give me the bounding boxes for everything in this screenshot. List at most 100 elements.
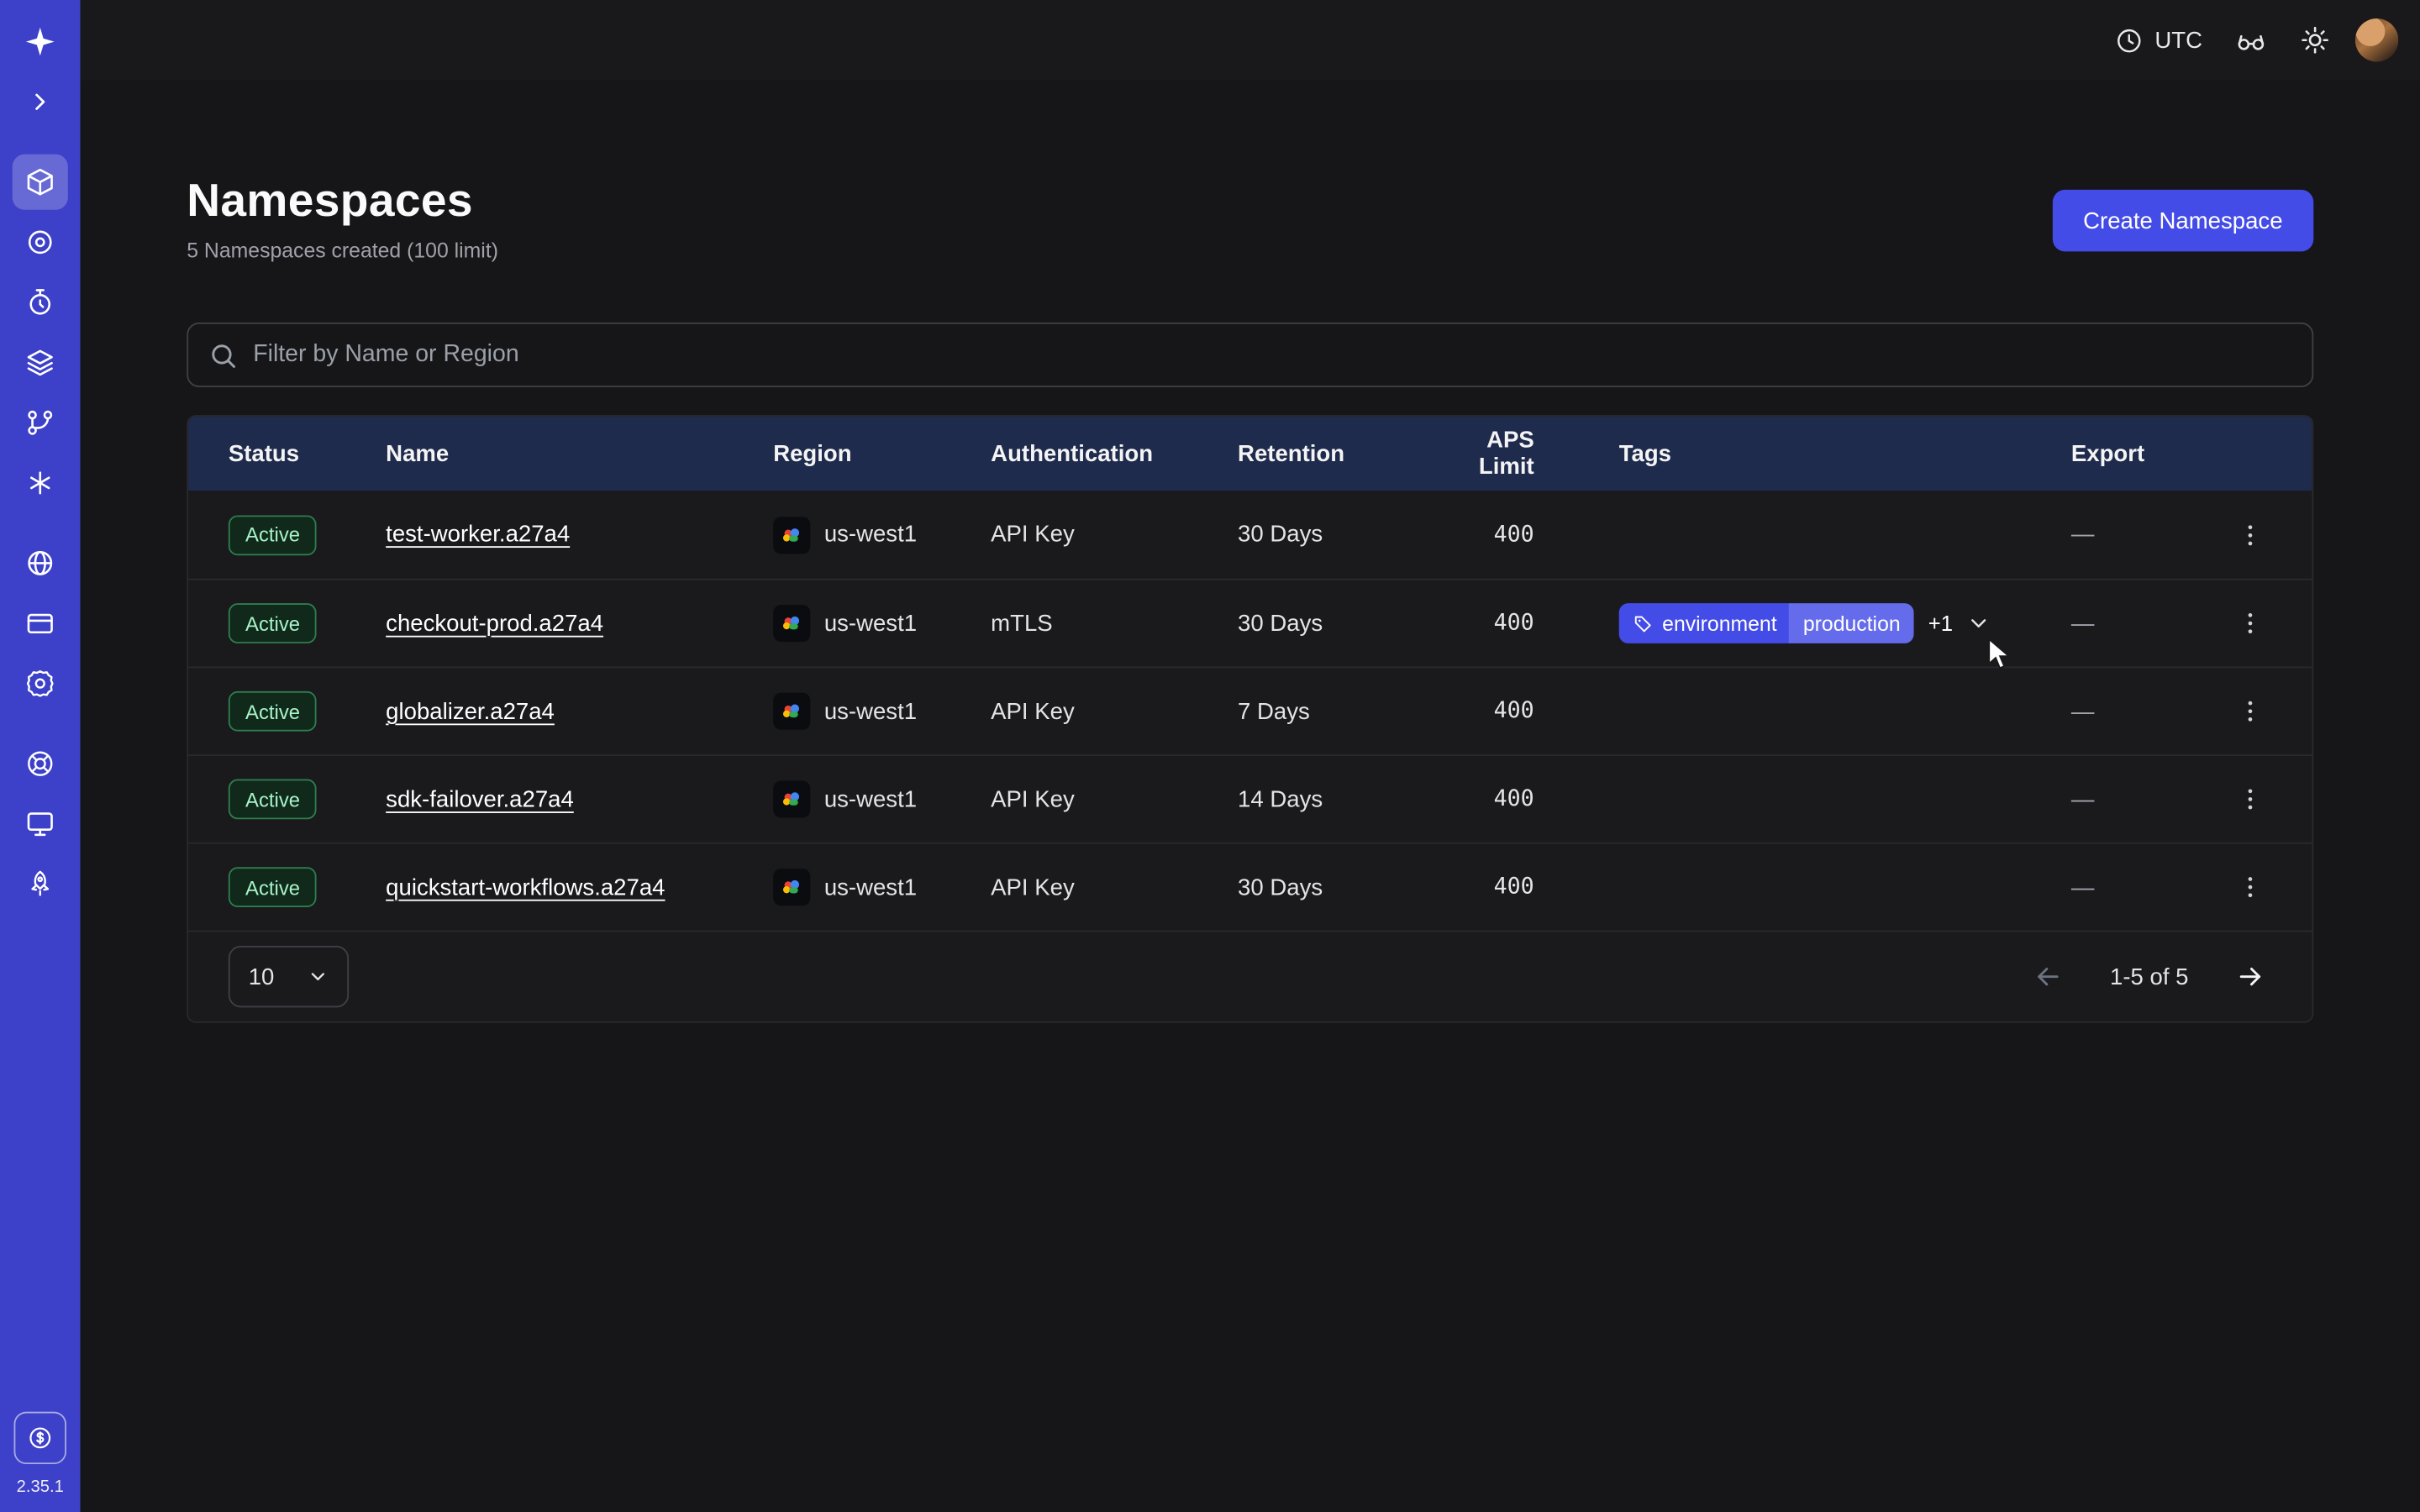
next-page-button[interactable] (2228, 955, 2271, 998)
col-region: Region (773, 440, 991, 466)
gcp-cloud-icon (773, 780, 810, 817)
search-icon (208, 340, 238, 370)
col-retention: Retention (1238, 440, 1431, 466)
sidebar-item-workflows[interactable] (13, 214, 68, 270)
tag-pill[interactable]: environment production (1619, 603, 1914, 643)
sidebar-item-nexus[interactable] (13, 455, 68, 511)
region-label: us-west1 (824, 786, 917, 812)
tag-pill-group: environment production +1 (1619, 603, 1991, 643)
sidebar-item-deployments[interactable] (13, 335, 68, 391)
col-name: Name (386, 440, 773, 466)
region-label: us-west1 (824, 610, 917, 636)
sidebar-item-support[interactable] (13, 736, 68, 791)
namespace-link[interactable]: sdk-failover.a27a4 (386, 786, 574, 812)
row-menu-button[interactable] (2227, 864, 2273, 911)
name-cell: sdk-failover.a27a4 (386, 786, 773, 812)
page-size-select[interactable]: 10 (229, 946, 349, 1007)
row-menu-button[interactable] (2227, 600, 2273, 646)
tag-value: production (1789, 603, 1914, 643)
topbar: UTC (81, 0, 2420, 81)
filter-search-input[interactable] (253, 341, 2291, 369)
col-export: Export (2071, 440, 2201, 466)
status-badge: Active (229, 515, 317, 555)
clock-icon (2115, 25, 2144, 55)
status-badge: Active (229, 691, 317, 732)
tag-key: environment (1662, 612, 1776, 635)
region-cell: us-west1 (773, 693, 991, 730)
pagination-range-label: 1-5 of 5 (2110, 963, 2188, 990)
gcp-cloud-icon (773, 693, 810, 730)
actions-cell (2201, 600, 2312, 646)
actions-cell (2201, 512, 2312, 558)
region-cell: us-west1 (773, 516, 991, 553)
actions-cell (2201, 688, 2312, 734)
aps-limit-cell: 400 (1431, 611, 1619, 635)
create-namespace-button[interactable]: Create Namespace (2052, 190, 2313, 251)
theme-toggle-button[interactable] (2291, 15, 2340, 65)
retention-cell: 7 Days (1238, 698, 1431, 724)
timezone-selector[interactable]: UTC (2107, 15, 2210, 65)
page-subtitle: 5 Namespaces created (100 limit) (187, 239, 498, 263)
row-menu-button[interactable] (2227, 776, 2273, 822)
gcp-cloud-icon (773, 605, 810, 642)
table-row: Active quickstart-workflows.a27a4 us-wes… (188, 843, 2312, 931)
sidebar-item-settings[interactable] (13, 656, 68, 711)
region-label: us-west1 (824, 698, 917, 724)
glasses-icon (2234, 24, 2267, 56)
retention-cell: 30 Days (1238, 610, 1431, 636)
app-version: 2.35.1 (17, 1478, 64, 1497)
sidebar-item-namespaces[interactable] (13, 155, 68, 210)
table-row: Active sdk-failover.a27a4 us-west1 API K… (188, 754, 2312, 843)
namespace-link[interactable]: quickstart-workflows.a27a4 (386, 874, 665, 900)
sidebar-item-schedules[interactable] (13, 275, 68, 330)
sidebar-expand-button[interactable] (13, 74, 68, 129)
export-cell: — (2071, 610, 2201, 636)
tag-more-count[interactable]: +1 (1928, 611, 1953, 635)
auth-cell: API Key (991, 522, 1238, 548)
page-size-value: 10 (249, 963, 275, 990)
region-label: us-west1 (824, 874, 917, 900)
table-row: Active globalizer.a27a4 us-west1 API Key… (188, 666, 2312, 754)
namespace-link[interactable]: test-worker.a27a4 (386, 522, 570, 548)
status-badge: Active (229, 603, 317, 643)
name-cell: globalizer.a27a4 (386, 698, 773, 724)
namespace-link[interactable]: checkout-prod.a27a4 (386, 610, 603, 636)
col-status: Status (188, 440, 386, 466)
tags-cell: environment production +1 (1619, 603, 2071, 643)
status-badge: Active (229, 867, 317, 907)
col-tags: Tags (1619, 440, 2071, 466)
aps-limit-cell: 400 (1431, 699, 1619, 723)
tags-expand-chevron[interactable] (1967, 611, 1991, 635)
sidebar: 2.35.1 (0, 0, 81, 1512)
actions-cell (2201, 864, 2312, 911)
namespace-link[interactable]: globalizer.a27a4 (386, 698, 555, 724)
row-menu-button[interactable] (2227, 512, 2273, 558)
gcp-cloud-icon (773, 869, 810, 906)
export-cell: — (2071, 786, 2201, 812)
cost-dollar-icon[interactable] (14, 1412, 66, 1464)
sidebar-item-billing[interactable] (13, 596, 68, 651)
export-cell: — (2071, 522, 2201, 548)
region-cell: us-west1 (773, 869, 991, 906)
sidebar-item-getting-started[interactable] (13, 856, 68, 911)
sidebar-item-usage[interactable] (13, 535, 68, 591)
name-cell: checkout-prod.a27a4 (386, 610, 773, 636)
sidebar-item-docs[interactable] (13, 796, 68, 852)
name-cell: quickstart-workflows.a27a4 (386, 874, 773, 900)
row-menu-button[interactable] (2227, 688, 2273, 734)
prev-page-button[interactable] (2027, 955, 2070, 998)
auth-cell: API Key (991, 874, 1238, 900)
sidebar-item-task-queues[interactable] (13, 395, 68, 450)
temporal-logo[interactable] (13, 14, 68, 70)
table-row: Active checkout-prod.a27a4 us-west1 mTLS… (188, 579, 2312, 667)
table-footer: 10 1-5 of 5 (188, 931, 2312, 1021)
user-avatar[interactable] (2355, 18, 2398, 61)
actions-cell (2201, 776, 2312, 822)
filter-search (187, 323, 2313, 387)
table-header-row: Status Name Region Authentication Retent… (188, 417, 2312, 491)
labs-toggle-button[interactable] (2226, 15, 2275, 65)
region-cell: us-west1 (773, 605, 991, 642)
gcp-cloud-icon (773, 516, 810, 553)
status-cell: Active (188, 691, 386, 732)
retention-cell: 30 Days (1238, 874, 1431, 900)
